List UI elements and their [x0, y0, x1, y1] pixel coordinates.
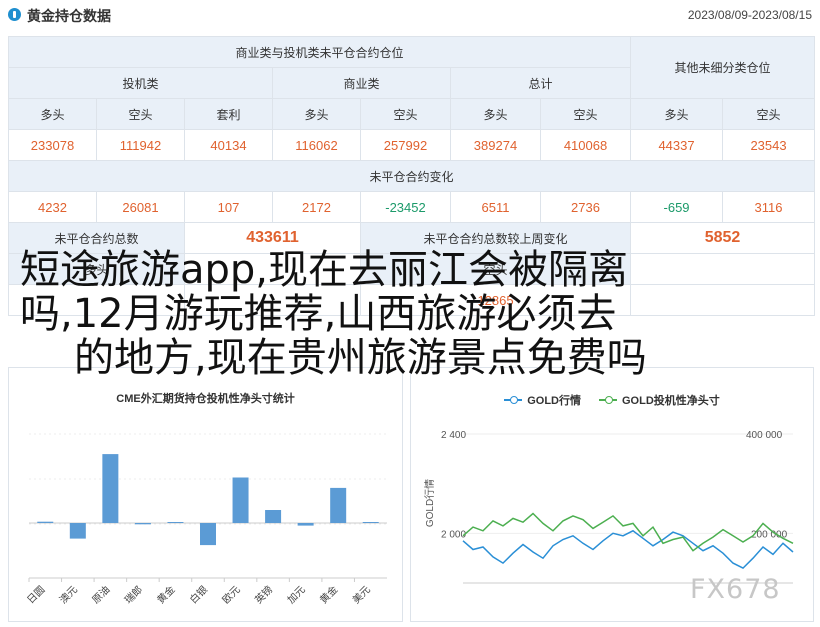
other-title: 其他未细分类仓位 — [630, 36, 816, 99]
bar — [102, 454, 119, 523]
comm-long-value: 116062 — [272, 129, 361, 161]
overlay-line: 的地方,现在贵州旅游景点免费吗 — [74, 335, 647, 381]
change-value: 26081 — [96, 191, 185, 223]
other-long-value: 44337 — [630, 129, 724, 161]
change-value: 2172 — [272, 191, 361, 223]
bar — [265, 510, 282, 523]
change-value: 6511 — [450, 191, 541, 223]
col-long: 多头 — [630, 98, 724, 130]
x-tick-label: 黄金 — [317, 583, 340, 606]
y-tick-right: 400 000 — [746, 430, 783, 441]
info-icon — [8, 8, 21, 21]
speculative-header: 投机类 — [8, 67, 273, 99]
x-tick-label: 加元 — [285, 584, 308, 607]
y-tick-left: 2 400 — [441, 430, 466, 441]
series-line — [462, 529, 794, 570]
change-value: -23452 — [360, 191, 451, 223]
x-tick-label: 黄金 — [154, 583, 177, 606]
x-tick-label: 澳元 — [57, 583, 80, 606]
series-line — [462, 512, 794, 552]
y-tick-left: 2 000 — [441, 529, 466, 540]
y-axis-label: GOLD行情 — [423, 479, 436, 527]
change-title: 未平仓合约变化 — [7, 160, 816, 192]
change-value: 2736 — [539, 191, 632, 223]
bar — [167, 522, 184, 523]
col-short: 空头 — [539, 98, 632, 130]
page-title: 黄金持仓数据 — [27, 8, 111, 24]
spec-short-value: 111942 — [96, 129, 185, 161]
bar — [297, 523, 314, 526]
spec-spread-value: 40134 — [184, 129, 273, 161]
x-tick-label: 原油 — [89, 583, 112, 606]
group-title: 商业类与投机类未平仓合约仓位 — [7, 36, 632, 68]
bar — [134, 523, 151, 525]
bar — [37, 521, 54, 523]
date-range: 2023/08/09-2023/08/15 — [687, 8, 812, 22]
page-header: 黄金持仓数据 2023/08/09-2023/08/15 — [0, 0, 820, 30]
cme-chart-panel: CME外汇期货持仓投机性净头寸统计 日圆 澳元 原油 瑞郎 黄金 白银 欧元 英镑 加元 黄金 美元 — [8, 367, 403, 622]
bar — [362, 522, 379, 523]
comm-short-value: 257992 — [360, 129, 451, 161]
col-short: 空头 — [360, 98, 451, 130]
bar — [232, 477, 249, 523]
total-header: 总计 — [449, 67, 632, 99]
overlay-line: 短途旅游app,现在去丽江会被隔离 — [20, 247, 629, 293]
change-value: 3116 — [722, 191, 816, 223]
total-short-value: 410068 — [539, 129, 632, 161]
x-tick-label: 瑞郎 — [122, 583, 145, 606]
overlay-line: 吗,12月游玩推荐,山西旅游必须去 — [20, 291, 617, 337]
bar — [330, 487, 347, 523]
change-value: -659 — [630, 191, 724, 223]
col-long: 多头 — [450, 98, 541, 130]
col-short: 空头 — [722, 98, 816, 130]
x-tick-label: 白银 — [187, 583, 210, 606]
change-value: 107 — [184, 191, 273, 223]
x-tick-label: 日圆 — [25, 584, 48, 607]
col-spread: 套利 — [184, 98, 273, 130]
col-short: 空头 — [96, 98, 185, 130]
bar — [200, 523, 216, 546]
spec-long-value: 233078 — [8, 129, 97, 161]
x-tick-label: 欧元 — [220, 584, 243, 607]
other-short-value: 23543 — [722, 129, 816, 161]
col-long: 多头 — [272, 98, 361, 130]
watermark: FX678 — [690, 574, 781, 605]
commercial-header: 商业类 — [272, 67, 451, 99]
overlay-text: 短途旅游app,现在去丽江会被隔离 吗,12月游玩推荐,山西旅游必须去 的地方,… — [20, 248, 810, 380]
total-long-value: 389274 — [450, 129, 541, 161]
col-long: 多头 — [8, 98, 97, 130]
cme-bar-chart: 日圆 澳元 原油 瑞郎 黄金 白银 欧元 英镑 加元 黄金 美元 — [25, 433, 387, 607]
bar — [69, 523, 86, 539]
x-tick-label: 美元 — [350, 583, 373, 606]
x-tick-label: 英镑 — [252, 583, 275, 606]
change-value: 4232 — [8, 191, 97, 223]
